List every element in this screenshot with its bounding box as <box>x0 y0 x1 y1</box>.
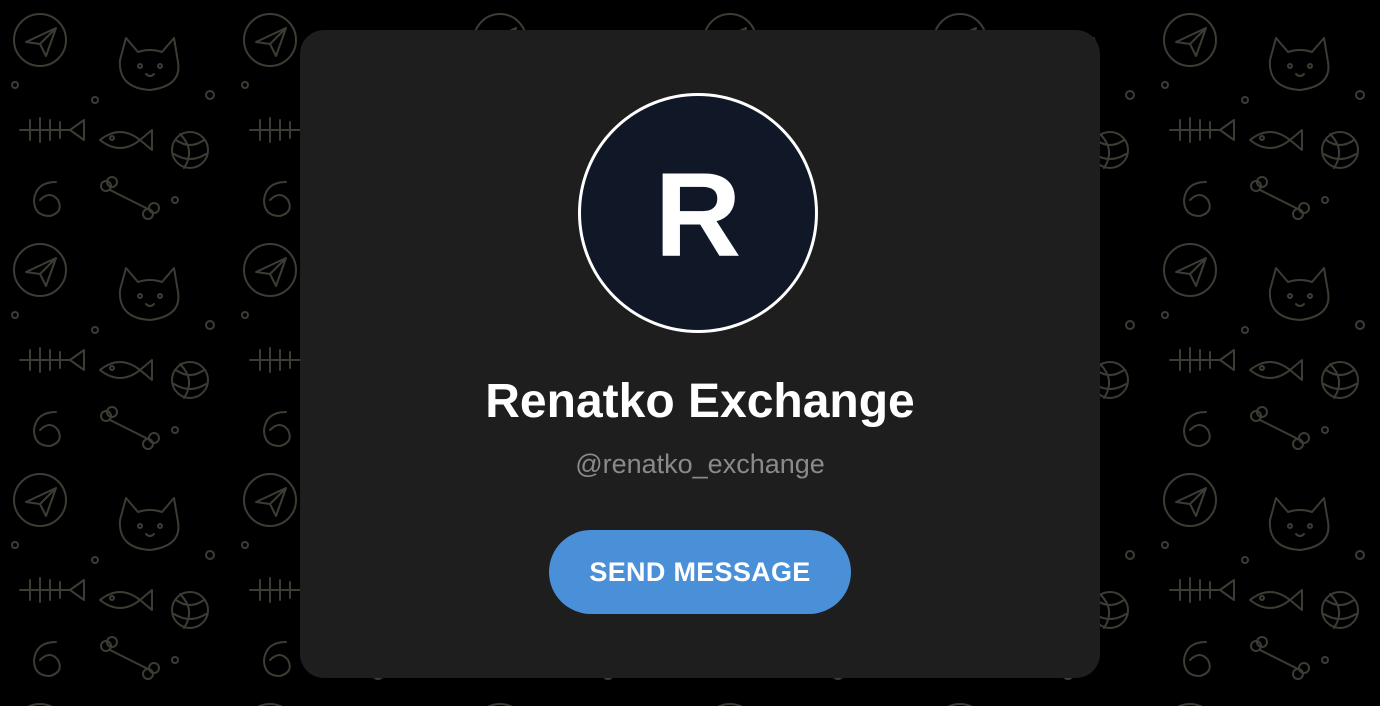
profile-card: R Renatko Exchange @renatko_exchange SEN… <box>300 30 1100 678</box>
send-message-button[interactable]: SEND MESSAGE <box>549 530 851 614</box>
profile-name: Renatko Exchange <box>485 375 915 428</box>
avatar-initial: R <box>654 148 742 282</box>
profile-username: @renatko_exchange <box>575 449 825 479</box>
avatar: R <box>578 93 818 333</box>
